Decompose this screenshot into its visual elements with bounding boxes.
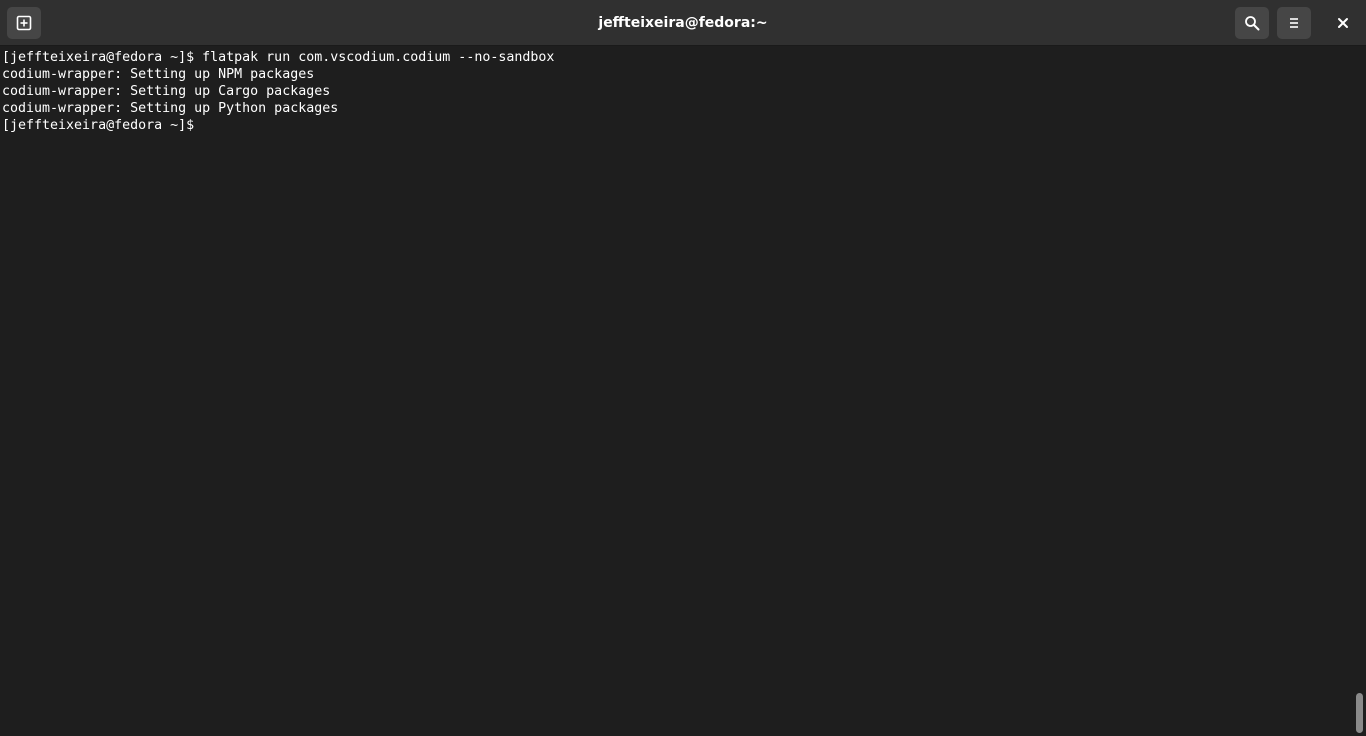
- hamburger-menu-icon: [1290, 18, 1298, 28]
- close-button[interactable]: [1326, 7, 1360, 39]
- scrollbar-thumb[interactable]: [1356, 693, 1363, 733]
- main-menu-button[interactable]: [1277, 7, 1311, 39]
- window-title: jeffteixeira@fedora:~: [598, 15, 768, 31]
- search-button[interactable]: [1235, 7, 1269, 39]
- vertical-scrollbar[interactable]: [1352, 47, 1366, 736]
- search-icon: [1245, 16, 1260, 31]
- new-tab-icon: [16, 15, 32, 31]
- close-icon: [1338, 18, 1348, 28]
- terminal-prompt: [jeffteixeira@fedora ~]$: [2, 118, 203, 133]
- terminal-line: codium-wrapper: Setting up NPM packages: [2, 67, 315, 82]
- terminal-line: [jeffteixeira@fedora ~]$ flatpak run com…: [2, 50, 555, 65]
- terminal-output[interactable]: [jeffteixeira@fedora ~]$ flatpak run com…: [0, 47, 1352, 736]
- terminal-line: codium-wrapper: Setting up Python packag…: [2, 101, 339, 116]
- terminal-line: codium-wrapper: Setting up Cargo package…: [2, 84, 331, 99]
- headerbar: jeffteixeira@fedora:~: [0, 0, 1366, 46]
- new-tab-button[interactable]: [7, 7, 41, 39]
- terminal-window: jeffteixeira@fedora:~ [jeffteixeira@fedo…: [0, 0, 1366, 736]
